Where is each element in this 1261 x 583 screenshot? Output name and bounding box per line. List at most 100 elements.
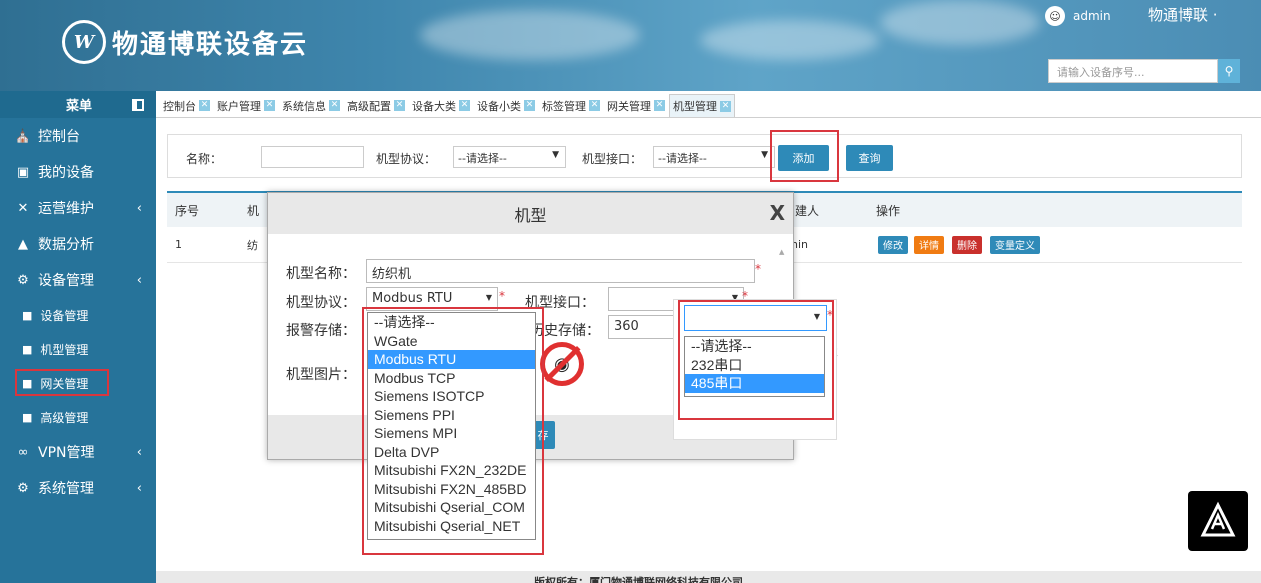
col-actions: 操作	[876, 203, 901, 218]
chevron-left-icon: ‹	[136, 480, 142, 496]
highlight-box	[15, 369, 109, 396]
user-menu[interactable]: ☺ admin	[1045, 6, 1111, 26]
tab-system-info[interactable]: 系统信息 ✕	[279, 94, 343, 117]
chevron-left-icon: ‹	[136, 272, 142, 288]
chart-icon: ▲	[18, 236, 28, 252]
delete-button[interactable]: 删除	[952, 235, 982, 254]
query-button[interactable]: 查询	[846, 145, 893, 171]
tab-tag-mgmt[interactable]: 标签管理 ✕	[539, 94, 603, 117]
row-index: 1	[175, 238, 182, 251]
app-title: 物通博联设备云	[112, 29, 309, 60]
tab-label: 标签管理	[542, 99, 586, 113]
tab-label: 系统信息	[282, 99, 326, 113]
sidebar-item-label: 设备管理	[38, 273, 94, 289]
watermark-logo-icon	[1188, 491, 1248, 551]
close-icon[interactable]: ✕	[329, 100, 340, 111]
tab-device-category[interactable]: 设备大类 ✕	[409, 94, 473, 117]
sidebar-subitem-model[interactable]: ■ 机型管理	[0, 332, 156, 366]
user-name: admin	[1073, 9, 1111, 23]
tab-gateway-mgmt[interactable]: 网关管理 ✕	[604, 94, 668, 117]
close-icon[interactable]: ✕	[199, 100, 210, 111]
row-name: 纺	[247, 238, 258, 252]
bookmark-icon: ■	[22, 410, 33, 424]
sidebar: 菜单 ⛪ 控制台 ▣ 我的设备 ✕ 运营维护 ‹ ▲ 数据分析 ⚙ 设备管理 ‹ ■ 设备管理 …	[0, 91, 156, 583]
device-search-input[interactable]: 请输入设备序号...	[1048, 59, 1218, 83]
model-protocol-label: 机型协议：	[286, 295, 356, 311]
sidebar-header: 菜单	[0, 91, 156, 118]
dropdown-arrow-icon: ▼	[485, 293, 492, 302]
search-icon[interactable]: ⚲	[1218, 59, 1240, 83]
tab-label: 网关管理	[607, 99, 651, 113]
close-icon[interactable]: ✕	[589, 100, 600, 111]
variable-definition-button[interactable]: 变量定义	[990, 235, 1040, 254]
sidebar-title: 菜单	[66, 99, 93, 114]
gear-icon: ⚙	[17, 272, 29, 288]
link-icon: ∞	[17, 444, 29, 460]
no-image-icon[interactable]: ◉	[540, 342, 584, 386]
sidebar-item-label: 控制台	[38, 129, 80, 145]
chevron-left-icon: ‹	[136, 200, 142, 216]
protocol-filter-select[interactable]: --请选择-- ▼	[453, 146, 566, 168]
sidebar-subitem-advanced[interactable]: ■ 高级管理	[0, 400, 156, 434]
tab-device-subcategory[interactable]: 设备小类 ✕	[474, 94, 538, 117]
close-icon[interactable]: X	[770, 201, 785, 225]
sidebar-item-device-mgmt[interactable]: ⚙ 设备管理 ‹	[0, 262, 156, 298]
sidebar-item-my-devices[interactable]: ▣ 我的设备	[0, 154, 156, 190]
tools-icon: ✕	[17, 200, 29, 216]
tab-label: 账户管理	[217, 99, 261, 113]
close-icon[interactable]: ✕	[720, 100, 731, 112]
sidebar-item-label: VPN管理	[38, 445, 95, 461]
sidebar-item-vpn[interactable]: ∞ VPN管理 ‹	[0, 434, 156, 470]
watermark-glyph	[1200, 501, 1236, 537]
close-icon[interactable]: ✕	[524, 100, 535, 111]
close-icon[interactable]: ✕	[654, 100, 665, 111]
brand-label: 物通博联 ·	[1148, 6, 1218, 24]
scroll-up-icon[interactable]: ▲	[779, 248, 784, 256]
model-name-label: 机型名称：	[286, 266, 356, 282]
slash-mark	[543, 345, 581, 383]
protocol-filter-value: --请选择--	[458, 152, 507, 165]
chevron-left-icon: ‹	[136, 444, 142, 460]
close-icon[interactable]: ✕	[394, 100, 405, 111]
sidebar-item-console[interactable]: ⛪ 控制台	[0, 118, 156, 154]
edit-button[interactable]: 修改	[878, 235, 908, 254]
history-storage-input[interactable]: 360	[608, 315, 678, 339]
tab-console[interactable]: 控制台 ✕	[160, 94, 213, 117]
interface-filter-select[interactable]: --请选择-- ▼	[653, 146, 775, 168]
logo-mark-icon: W	[62, 20, 106, 64]
tab-label: 设备大类	[412, 99, 456, 113]
page-footer: 版权所有：厦门物通博联网络科技有限公司	[156, 571, 1261, 583]
sidebar-subitem-device[interactable]: ■ 设备管理	[0, 298, 156, 332]
name-filter-input[interactable]	[261, 146, 364, 168]
copyright-text: 版权所有：厦门物通博联网络科技有限公司	[534, 576, 743, 583]
highlight-box	[362, 307, 544, 555]
tab-bar: 控制台 ✕ 账户管理 ✕ 系统信息 ✕ 高级配置 ✕ 设备大类 ✕ 设备小类 ✕ 标签管理 ✕…	[156, 91, 1261, 118]
dialog-header: 机型 X	[268, 193, 793, 234]
sidebar-subitem-label: 机型管理	[40, 342, 89, 357]
close-icon[interactable]: ✕	[264, 100, 275, 111]
sidebar-item-label: 运营维护	[38, 201, 94, 217]
alarm-storage-label: 报警存储：	[286, 323, 356, 339]
tab-accounts[interactable]: 账户管理 ✕	[214, 94, 278, 117]
model-name-input[interactable]: 纺织机	[366, 259, 755, 283]
detail-button[interactable]: 详情	[914, 235, 944, 254]
sidebar-toggle-icon[interactable]	[132, 98, 144, 111]
sidebar-item-label: 我的设备	[38, 165, 94, 181]
close-icon[interactable]: ✕	[459, 100, 470, 111]
model-protocol-value: Modbus RTU	[372, 291, 453, 306]
tab-model-mgmt[interactable]: 机型管理 ✕	[669, 94, 735, 117]
tab-advanced-config[interactable]: 高级配置 ✕	[344, 94, 408, 117]
gear-icon: ⚙	[17, 480, 29, 496]
tab-label: 高级配置	[347, 99, 391, 113]
sidebar-item-analytics[interactable]: ▲ 数据分析	[0, 226, 156, 262]
device-search: 请输入设备序号... ⚲	[1048, 59, 1240, 83]
sidebar-item-operations[interactable]: ✕ 运营维护 ‹	[0, 190, 156, 226]
header-cloud	[700, 20, 880, 60]
sidebar-item-label: 数据分析	[38, 237, 94, 253]
tab-label: 机型管理	[673, 100, 717, 113]
sidebar-item-system[interactable]: ⚙ 系统管理 ‹	[0, 470, 156, 506]
interface-filter-label: 机型接口：	[582, 152, 643, 166]
app-logo[interactable]: W 物通博联设备云	[62, 20, 308, 64]
col-name: 机	[247, 203, 260, 218]
required-mark: *	[499, 289, 505, 303]
